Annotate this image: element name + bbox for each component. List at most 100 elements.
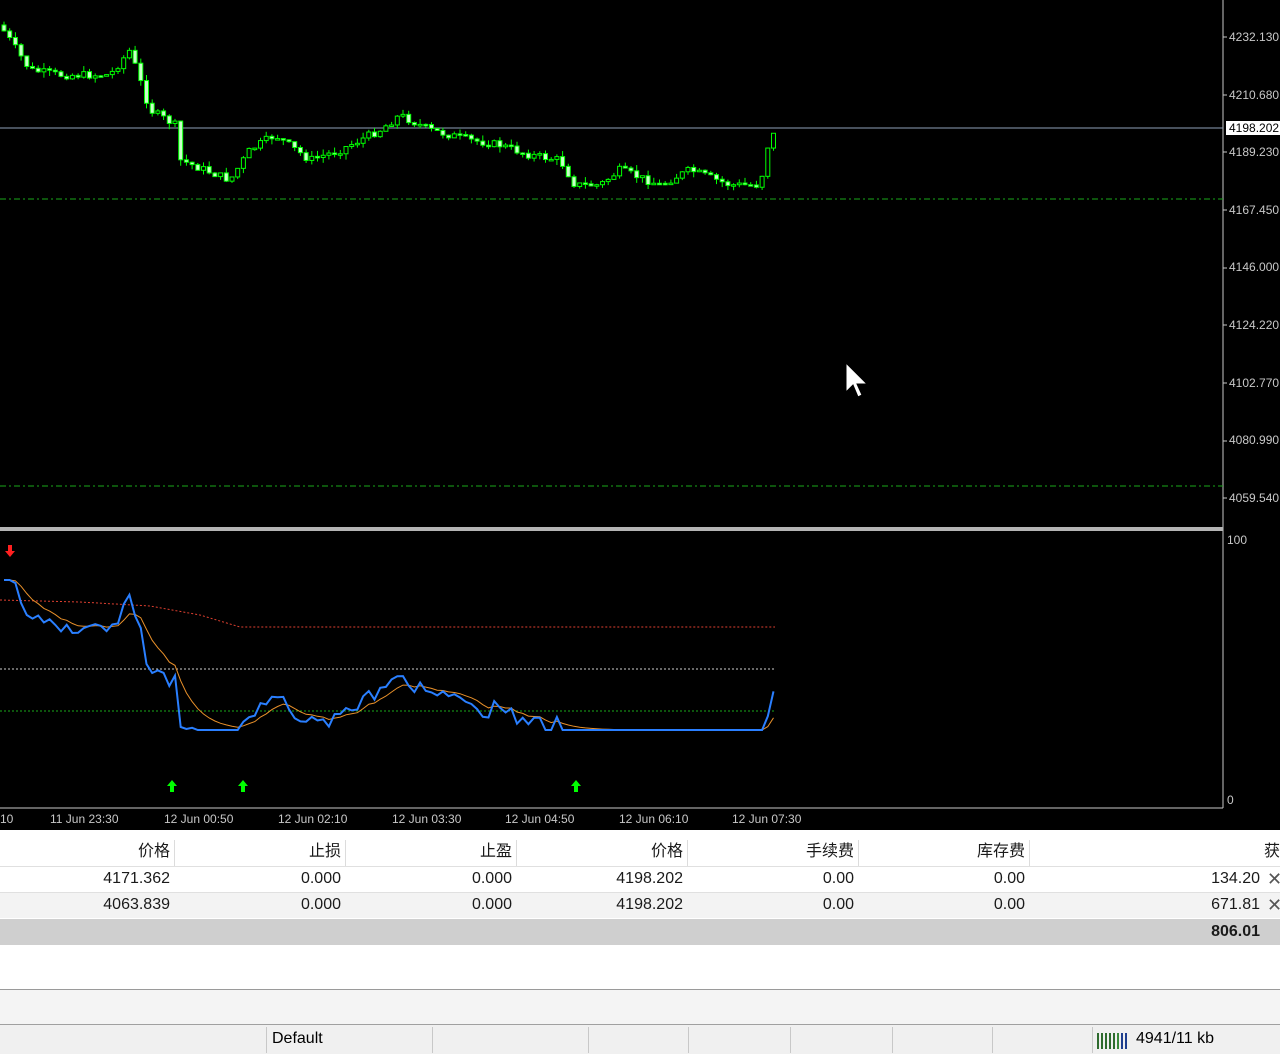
candle-body [297,147,303,154]
candle-body [503,144,509,148]
candle-body [24,55,30,67]
candle-body [719,178,725,183]
candle-body [229,176,235,182]
candle-body [394,115,400,126]
candle-body [611,175,617,180]
cell-price: 4198.202 [616,896,683,913]
candle-body [303,152,309,161]
candle-body [708,172,714,176]
candle-body [400,113,406,117]
candle-body [18,44,24,57]
down-arrow-icon [5,545,15,557]
profile-name[interactable]: Default [272,1030,323,1048]
candle-body [349,144,355,148]
candle-body [771,132,776,149]
candle-body [753,184,759,188]
cell-swap: 0.00 [993,896,1025,913]
candle-body [115,68,121,72]
time-axis-label: 12 Jun 02:10 [278,812,348,826]
candle-body [486,144,491,148]
candle-body [531,153,537,159]
candle-body [543,153,548,161]
candle-body [75,74,81,78]
candle-body [423,123,429,127]
candle-body [52,69,58,73]
candle-body [201,166,206,171]
time-axis-label: 10 [0,812,14,826]
price-scale-label: 4232.130 [1229,30,1280,44]
col-header-commission[interactable]: 手续费 [687,839,858,865]
candle-body [366,131,372,139]
candle-body [662,182,668,186]
candle-body [759,175,765,188]
candle-body [35,67,41,73]
mouse-cursor-icon [845,361,869,398]
price-scale-label: 4059.540 [1229,491,1280,505]
candle-body [525,152,531,159]
candle-body [537,153,543,156]
time-axis-label: 11 Jun 23:30 [50,812,119,826]
price-scale-label: 4124.220 [1229,318,1280,332]
candle-body [7,30,13,39]
candle-body [1,24,7,32]
candle-body [417,123,423,127]
cell-open-price: 4063.839 [103,896,170,913]
cell-profit: 134.20 [1211,870,1260,887]
close-position-icon[interactable]: ✕ [1267,866,1280,892]
up-arrow-icon [167,780,177,792]
cell-sl: 0.000 [300,870,341,887]
candle-body [508,144,514,148]
cell-price: 4198.202 [616,870,683,887]
candle-body [565,165,571,178]
candle-body [269,135,275,140]
candle-body [98,75,104,78]
col-header-tp[interactable]: 止盈 [345,839,516,865]
candle-body [240,157,246,169]
close-position-icon[interactable]: ✕ [1267,892,1280,918]
candle-body [183,159,189,163]
candle-body [195,164,201,171]
candle-body [736,182,742,186]
window-separator [0,527,1223,531]
candle-body [41,68,47,73]
candle-body [520,152,526,155]
time-axis-label: 12 Jun 06:10 [619,812,689,826]
candle-body [514,145,520,154]
candle-body [223,172,229,182]
price-scale-label: 4102.770 [1229,376,1280,390]
candle-body [440,129,446,136]
candle-body [320,154,326,158]
status-bar: Default 4941/11 kb [0,1024,1280,1054]
candle-body [275,138,281,141]
candle-body [731,184,737,187]
candle-body [651,182,657,186]
candle-body [92,75,98,79]
col-header-sl[interactable]: 止损 [174,839,345,865]
col-header-price[interactable]: 价格 [516,839,687,865]
candle-body [144,80,149,104]
indicator-scale-bottom: 0 [1227,793,1234,807]
candle-body [178,120,184,161]
candle-body [218,172,224,178]
candle-body [354,142,360,146]
candle-body [389,124,395,127]
col-header-open-price[interactable]: 价格 [0,839,174,865]
candle-body [571,176,577,187]
candle-body [377,130,383,138]
chart-window[interactable]: 4232.130 4210.680 4198.202 4189.230 4167… [0,0,1280,830]
candle-body [560,156,566,167]
trade-terminal: 价格 止损 止盈 价格 手续费 库存费 获利 4171.362 0.000 0.… [0,830,1280,990]
candle-body [691,166,697,173]
candle-body [474,138,480,142]
candle-body [360,137,366,144]
candle-body [468,134,474,140]
candle-body [189,161,195,166]
time-axis-label: 12 Jun 03:30 [392,812,462,826]
chart-canvas[interactable] [0,0,1280,830]
candle-body [109,70,115,76]
candle-body [714,174,719,180]
candle-body [383,125,389,132]
col-header-swap[interactable]: 库存费 [858,839,1029,865]
col-header-profit[interactable]: 获利 [1029,839,1280,865]
candle-body [480,140,486,146]
